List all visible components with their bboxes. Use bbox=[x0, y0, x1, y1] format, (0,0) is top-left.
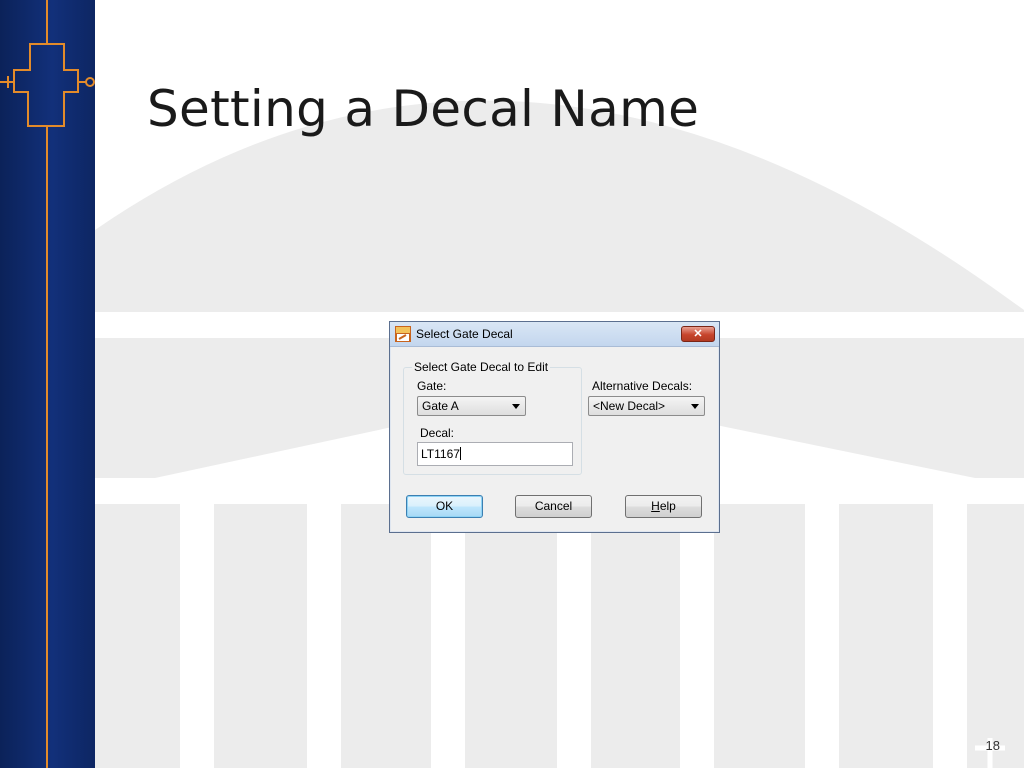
slide-title: Setting a Decal Name bbox=[147, 80, 700, 138]
cancel-button[interactable]: Cancel bbox=[515, 495, 592, 518]
ok-button[interactable]: OK bbox=[406, 495, 483, 518]
decal-input-value: LT1167 bbox=[421, 447, 460, 461]
select-gate-decal-dialog: Select Gate Decal ✕ Select Gate Decal to… bbox=[389, 321, 720, 533]
dropdown-arrow-icon bbox=[691, 404, 699, 409]
dialog-title: Select Gate Decal bbox=[416, 327, 513, 341]
text-caret bbox=[459, 447, 461, 460]
circuit-symbol-icon bbox=[0, 0, 95, 768]
alternative-decals-value: <New Decal> bbox=[593, 399, 666, 413]
gate-select-value: Gate A bbox=[422, 399, 459, 413]
page-number: 18 bbox=[985, 738, 1000, 753]
close-icon: ✕ bbox=[693, 328, 703, 340]
alternative-decals-label: Alternative Decals: bbox=[592, 379, 693, 393]
dialog-titlebar[interactable]: Select Gate Decal ✕ bbox=[390, 322, 719, 347]
alternative-decals-select[interactable]: <New Decal> bbox=[588, 396, 705, 416]
decal-input[interactable]: LT1167 bbox=[417, 442, 573, 466]
gate-label: Gate: bbox=[417, 379, 447, 393]
sidebar bbox=[0, 0, 95, 768]
pads-app-icon bbox=[395, 326, 411, 342]
decal-label: Decal: bbox=[420, 426, 455, 440]
gate-select[interactable]: Gate A bbox=[417, 396, 526, 416]
help-button[interactable]: Help bbox=[625, 495, 702, 518]
close-button[interactable]: ✕ bbox=[681, 326, 715, 342]
dropdown-arrow-icon bbox=[512, 404, 520, 409]
group-label: Select Gate Decal to Edit bbox=[412, 360, 551, 374]
